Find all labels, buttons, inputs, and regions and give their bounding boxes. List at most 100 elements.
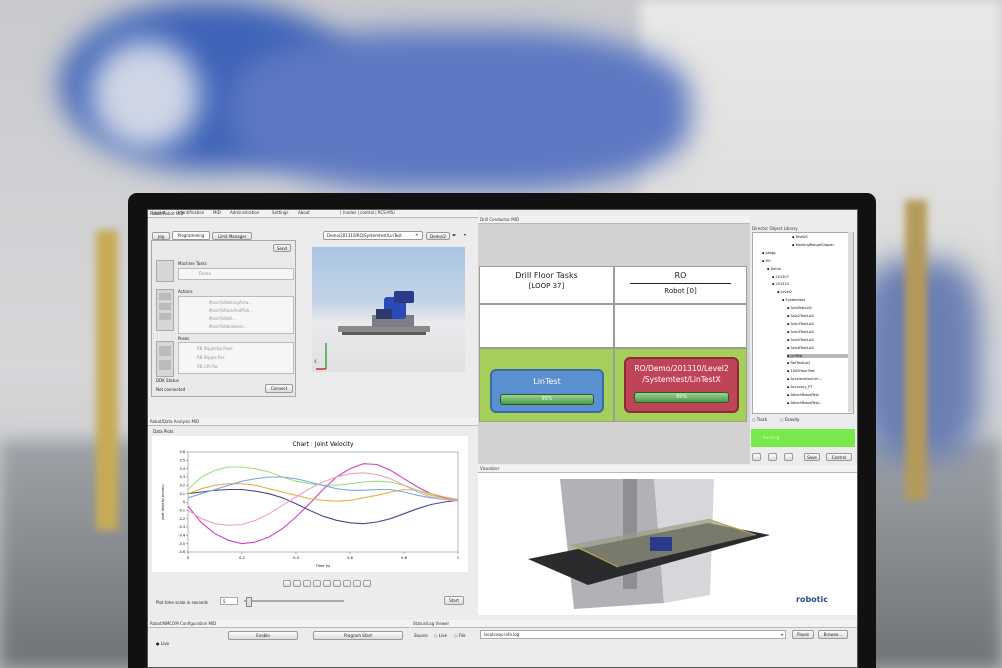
chart-tool-button[interactable] — [363, 580, 371, 587]
pose-add-icon[interactable] — [159, 346, 171, 356]
tree-item[interactable]: ▪ Accuracy_PT — [787, 385, 853, 389]
control-button[interactable]: Control — [826, 453, 852, 461]
menu-settings[interactable]: Settings — [272, 210, 288, 215]
track-label: Track — [756, 417, 768, 422]
track-checkbox[interactable]: ○ Track — [752, 417, 767, 422]
start-button[interactable]: Start — [444, 596, 464, 605]
tab-robot-view-2[interactable]: Demo/2 — [426, 232, 450, 240]
drill-cell-empty-2 — [614, 304, 747, 348]
object-library-tree[interactable]: ▪ TestWC ▪ WorkingRangeGripper ▪ jdrigg ▪ R… — [752, 232, 854, 414]
director-save-button[interactable]: Save — [804, 453, 820, 461]
tree-item[interactable]: ▪ RO — [762, 259, 853, 263]
tab-jog[interactable]: Jog — [152, 232, 170, 240]
menu-about[interactable]: About — [298, 210, 310, 215]
tree-scrollbar[interactable] — [848, 232, 853, 412]
list-item[interactable]: MoveToHandover... — [209, 324, 247, 329]
tab-scroll-arrows-icon[interactable]: ◂▸ — [452, 232, 456, 237]
chart-tool-button[interactable] — [313, 580, 321, 587]
tree-item[interactable]: ▪ TestWC — [792, 235, 853, 239]
pause-button[interactable]: Pause — [792, 630, 814, 639]
tree-item[interactable]: ▪ AttachRobotTest — [787, 393, 853, 397]
gravity-checkbox[interactable]: ○ Gravity — [780, 417, 799, 422]
menu-identification[interactable]: Identification — [178, 210, 204, 215]
browse-button[interactable]: Browse... — [818, 630, 848, 639]
tree-item[interactable]: ▪ AxisTestLoi2 — [787, 306, 853, 310]
slider-handle[interactable] — [246, 597, 252, 607]
menu-administration[interactable]: Administration — [230, 210, 259, 215]
chart-tool-button[interactable] — [283, 580, 291, 587]
tree-item[interactable]: ▪ Axis6TestLoi2 — [787, 346, 853, 350]
lintest-task-box[interactable]: LinTest 95% — [490, 369, 604, 413]
director-tool-button[interactable] — [752, 453, 761, 461]
robot-3d-view[interactable]: X — [312, 247, 465, 372]
chart-tool-button[interactable] — [303, 580, 311, 587]
action-up-icon[interactable] — [159, 293, 171, 300]
tree-item[interactable]: ▪ AttachRobotTest... — [787, 401, 853, 405]
tree-item[interactable]: ▪ 1000HourTest — [787, 369, 853, 373]
tree-item[interactable]: ▪ Axis4TestLoi2 — [787, 330, 853, 334]
tree-item[interactable]: ▪ Level2 — [777, 290, 853, 294]
tree-item[interactable]: ▪ Demo — [767, 267, 853, 271]
source-live-radio[interactable]: ○ Live — [434, 633, 447, 638]
lintestx-task-box[interactable]: RO/Demo/201310/Level2 /Systemtest/LinTes… — [624, 357, 739, 413]
chart-tool-button[interactable] — [293, 580, 301, 587]
log-file-select[interactable]: localcoop-info.log ▾ — [480, 630, 786, 639]
chart-tool-button[interactable] — [323, 580, 331, 587]
ddk-status-label: DDK Status — [156, 378, 179, 383]
menu-layout[interactable]: Layout — [152, 210, 166, 215]
tab-list-icon[interactable]: ▾ — [464, 232, 466, 237]
y-tick-label: -0.4 — [178, 534, 185, 538]
run-status-bar: Running — [751, 429, 855, 447]
close-tab-icon[interactable]: ✕ — [415, 232, 418, 237]
chart-tool-button[interactable] — [353, 580, 361, 587]
machine-task-item[interactable]: Demo — [199, 271, 211, 276]
visualizer-view[interactable]: robotic — [478, 473, 857, 615]
tree-item[interactable]: ▪ Axis3TestLoi2 — [787, 322, 853, 326]
tree-item[interactable]: ▪ 201310 — [772, 282, 853, 286]
pose-delete-icon[interactable] — [159, 360, 171, 370]
director-tool-button[interactable] — [784, 453, 793, 461]
list-item[interactable]: RB Lift Pos — [197, 364, 218, 369]
list-item[interactable]: RB Nipple Pos — [197, 355, 225, 360]
list-item[interactable]: MoveToWell... — [209, 316, 236, 321]
tab-robot-view[interactable]: Demo/201310/RO/Systemtest/LinTest — [323, 231, 423, 240]
connect-button[interactable]: Connect — [265, 384, 293, 393]
lintest-progress-bar: 95% — [500, 394, 594, 405]
enable-button[interactable]: Enable — [228, 631, 298, 640]
tree-item[interactable]: ▪ jdrigg — [762, 251, 853, 255]
tree-item[interactable]: ▪ Systemtest — [782, 298, 853, 302]
chart-tool-button[interactable] — [333, 580, 341, 587]
tree-item[interactable]: ▪ RotTestLoi2 — [787, 361, 853, 365]
loop-counter: [LOOP 37] — [528, 282, 565, 290]
list-item[interactable]: MoveToRackAndPick... — [209, 308, 253, 313]
action-edit-icon[interactable] — [159, 313, 171, 320]
tree-item[interactable]: ▪ LinTest — [787, 353, 853, 358]
tab-programming[interactable]: Programming — [172, 231, 210, 240]
machine-task-list[interactable]: Demo — [178, 268, 294, 280]
machine-task-icon[interactable] — [156, 260, 174, 282]
chart-tool-button[interactable] — [343, 580, 351, 587]
send-button[interactable]: Send — [273, 244, 291, 252]
x-axis-label: Time (s) — [315, 564, 331, 568]
action-down-icon[interactable] — [159, 303, 171, 310]
joint-velocity-chart[interactable]: Chart : Joint Velocity 0.6 0.5 0.4 0.3 0.2 0.1… — [152, 436, 468, 572]
source-file-radio[interactable]: ○ File — [454, 633, 465, 638]
plot-time-slider[interactable] — [244, 597, 344, 607]
tree-item[interactable]: ▪ Axis2TestLoi2 — [787, 314, 853, 318]
plot-time-input[interactable]: 5 — [220, 597, 238, 605]
actions-icon-column — [156, 289, 174, 331]
tree-item[interactable]: ▪ 201307 — [772, 275, 853, 279]
menu-mid[interactable]: MID — [213, 210, 221, 215]
lintestx-task-label-2: /Systemtest/LinTestX — [642, 375, 721, 384]
program-start-button[interactable]: Program Start — [313, 631, 403, 640]
tree-item[interactable]: ▪ Axis5TestLoi2 — [787, 338, 853, 342]
y-tick-label: 0.6 — [180, 450, 185, 454]
list-item[interactable]: MoveToWaitingArea... — [209, 300, 252, 305]
director-tool-button[interactable] — [768, 453, 777, 461]
x-tick-label: 0.2 — [239, 556, 245, 560]
tab-limit-manager[interactable]: Limit Manager — [212, 232, 252, 240]
list-item[interactable]: RB NippleUp Pose — [197, 346, 233, 351]
tree-item[interactable]: ▪ AccelerationLim... — [787, 377, 853, 381]
live-radio[interactable]: ● Live — [156, 641, 169, 646]
tree-item[interactable]: ▪ WorkingRangeGripper — [792, 243, 853, 247]
